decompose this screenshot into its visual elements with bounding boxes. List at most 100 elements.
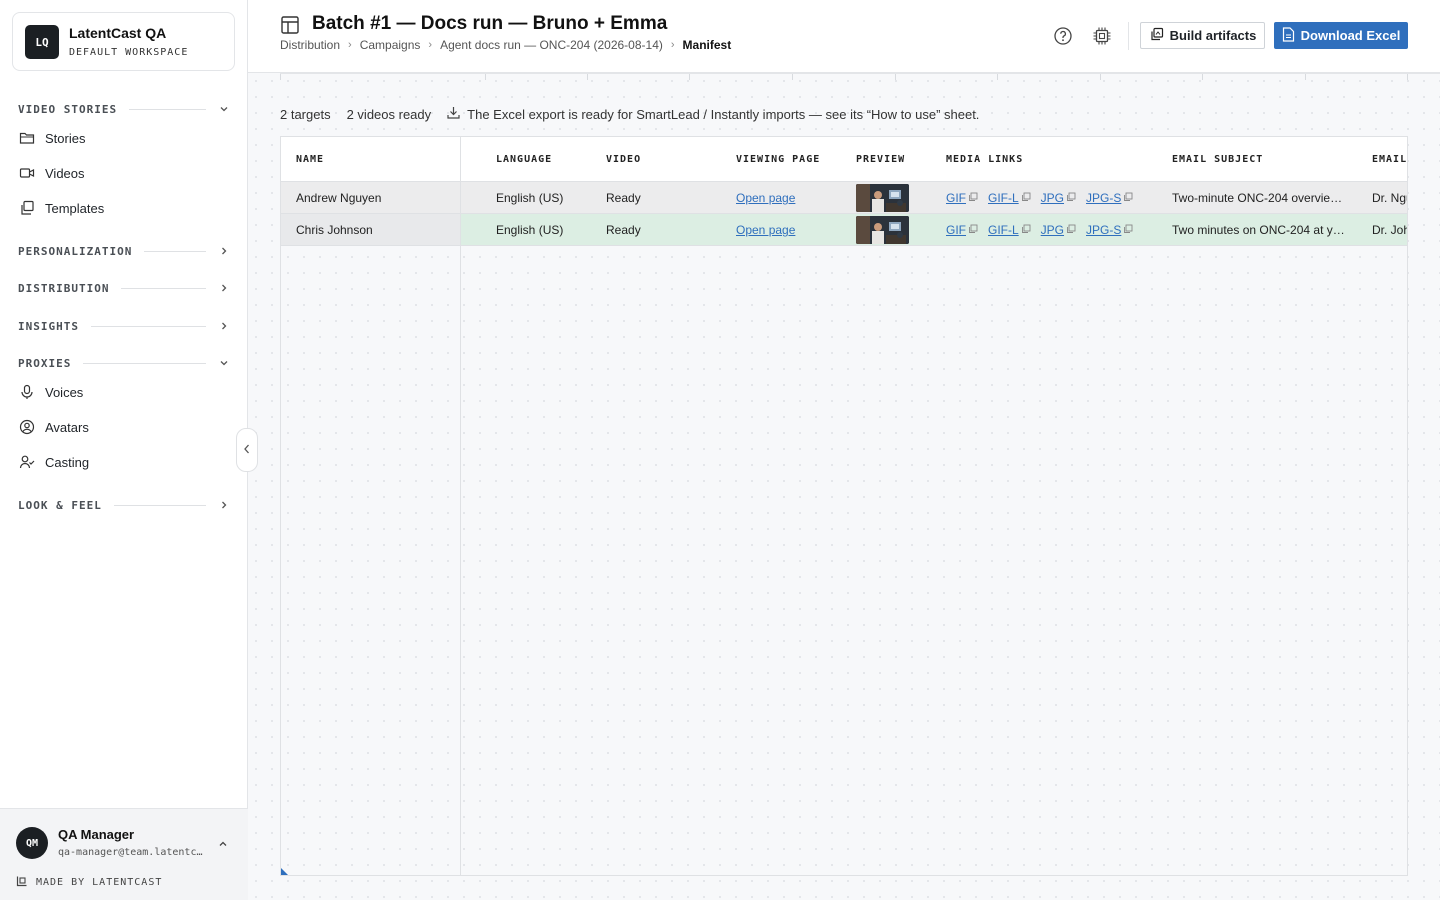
cell-video-status: Ready [606, 191, 641, 205]
breadcrumb-campaign[interactable]: Agent docs run — ONC-204 (2026-08-14) [440, 38, 663, 52]
workspace-subtitle: DEFAULT WORKSPACE [69, 47, 189, 58]
column-header-viewing-page[interactable]: VIEWING PAGE [736, 154, 820, 165]
chevron-down-icon [218, 357, 230, 369]
section-video-stories[interactable]: VIDEO STORIES [18, 100, 230, 118]
build-artifacts-label: Build artifacts [1169, 28, 1257, 43]
workspace-name: LatentCast QA [69, 25, 167, 41]
sidebar-item-videos[interactable]: Videos [18, 160, 230, 186]
sidebar: LQ LatentCast QA DEFAULT WORKSPACE VIDEO… [0, 0, 248, 900]
user-menu[interactable]: QM QA Manager qa-manager@team.latentcast… [0, 808, 248, 900]
chip-icon[interactable] [1091, 25, 1113, 47]
cell-name: Andrew Nguyen [296, 191, 382, 205]
sidebar-item-label: Templates [45, 200, 105, 216]
chevron-down-icon [218, 103, 230, 115]
video-preview-thumbnail[interactable] [856, 216, 909, 244]
targets-count: 2 targets [280, 106, 331, 122]
section-insights[interactable]: INSIGHTS [18, 317, 230, 335]
section-distribution[interactable]: DISTRIBUTION [18, 279, 230, 297]
breadcrumb-distribution[interactable]: Distribution [280, 38, 340, 52]
sidebar-item-label: Videos [45, 165, 85, 181]
workspace-logo: LQ [25, 25, 59, 59]
cell-email: Dr. Nguyen [1372, 191, 1407, 205]
section-proxies[interactable]: PROXIES [18, 354, 230, 372]
section-label: VIDEO STORIES [18, 102, 118, 116]
section-divider [90, 325, 206, 327]
collapse-sidebar-button[interactable] [236, 428, 258, 472]
folder-icon [18, 129, 36, 147]
layers-icon [1149, 27, 1170, 45]
breadcrumb: Distribution › Campaigns › Agent docs ru… [280, 38, 731, 52]
resize-handle[interactable] [281, 868, 288, 875]
manifest-summary: 2 targets 2 videos ready The Excel expor… [280, 106, 979, 122]
copy-icon[interactable] [966, 223, 978, 237]
media-link-gif-l[interactable]: GIF-L [988, 191, 1031, 205]
cell-email-subject: Two minutes on ONC-204 at your site [1172, 223, 1348, 237]
section-divider [83, 362, 206, 364]
download-excel-button[interactable]: Download Excel [1274, 22, 1408, 49]
user-check-icon [18, 453, 36, 471]
chevron-left-icon [242, 443, 252, 458]
user-name: QA Manager [58, 827, 135, 842]
section-divider [144, 250, 206, 252]
copy-icon[interactable] [1064, 191, 1076, 205]
table-row[interactable]: Andrew Nguyen English (US) Ready Open pa… [281, 182, 1407, 214]
column-header-email[interactable]: EMAIL [1372, 154, 1407, 165]
media-link-jpg[interactable]: JPG [1041, 223, 1076, 237]
open-page-link[interactable]: Open page [736, 191, 795, 205]
build-artifacts-button[interactable]: Build artifacts [1140, 22, 1265, 49]
media-link-jpg[interactable]: JPG [1041, 191, 1076, 205]
section-label: INSIGHTS [18, 319, 79, 333]
chevron-right-icon: › [348, 39, 352, 51]
breadcrumb-campaigns[interactable]: Campaigns [360, 38, 421, 52]
sidebar-item-casting[interactable]: Casting [18, 449, 230, 475]
table-icon [280, 15, 300, 38]
cell-language: English (US) [496, 223, 564, 237]
sidebar-item-avatars[interactable]: Avatars [18, 414, 230, 440]
media-links: GIF GIF-L JPG JPG-S [946, 223, 1143, 237]
column-header-email-subject[interactable]: EMAIL SUBJECT [1172, 154, 1263, 165]
media-link-gif[interactable]: GIF [946, 223, 978, 237]
column-header-name[interactable]: NAME [296, 154, 324, 165]
copy-icon[interactable] [1019, 191, 1031, 205]
sidebar-item-stories[interactable]: Stories [18, 125, 230, 151]
section-label: LOOK & FEEL [18, 498, 102, 512]
chevron-right-icon: › [670, 39, 675, 51]
open-page-link[interactable]: Open page [736, 223, 795, 237]
chevron-right-icon [218, 245, 230, 257]
videos-ready-count: 2 videos ready [346, 106, 432, 122]
copy-icon[interactable] [1019, 223, 1031, 237]
copy-icon[interactable] [1121, 191, 1133, 205]
column-header-media-links[interactable]: MEDIA LINKS [946, 154, 1023, 165]
help-icon[interactable] [1052, 25, 1074, 47]
copy-icon[interactable] [966, 191, 978, 205]
avatar: QM [16, 827, 48, 859]
section-label: PROXIES [18, 356, 72, 370]
section-look-and-feel[interactable]: LOOK & FEEL [18, 496, 230, 514]
video-camera-icon [18, 164, 36, 182]
page-title: Batch #1 — Docs run — Bruno + Emma [312, 13, 668, 34]
media-link-jpg-s[interactable]: JPG-S [1086, 223, 1133, 237]
video-preview-thumbnail[interactable] [856, 184, 909, 212]
section-label: DISTRIBUTION [18, 281, 110, 295]
copy-icon[interactable] [1064, 223, 1076, 237]
made-by-label: MADE BY LATENTCAST [36, 877, 163, 888]
microphone-icon [18, 383, 36, 401]
copy-icon[interactable] [1121, 223, 1133, 237]
media-link-jpg-s[interactable]: JPG-S [1086, 191, 1133, 205]
section-personalization[interactable]: PERSONALIZATION [18, 242, 230, 260]
cell-email-subject: Two-minute ONC-204 overview for your tea… [1172, 191, 1348, 205]
media-link-gif[interactable]: GIF [946, 191, 978, 205]
made-by-link[interactable]: MADE BY LATENTCAST [16, 875, 162, 890]
cell-email: Dr. Johnson [1372, 223, 1407, 237]
media-link-gif-l[interactable]: GIF-L [988, 223, 1031, 237]
media-links: GIF GIF-L JPG JPG-S [946, 191, 1143, 205]
column-header-preview[interactable]: PREVIEW [856, 154, 905, 165]
table-row[interactable]: Chris Johnson English (US) Ready Open pa… [281, 214, 1407, 246]
chevron-up-icon[interactable] [218, 837, 228, 852]
workspace-switcher[interactable]: LQ LatentCast QA DEFAULT WORKSPACE [12, 12, 235, 71]
column-header-video[interactable]: VIDEO [606, 154, 641, 165]
sidebar-item-label: Casting [45, 454, 90, 470]
sidebar-item-voices[interactable]: Voices [18, 379, 230, 405]
sidebar-item-templates[interactable]: Templates [18, 195, 230, 221]
column-header-language[interactable]: LANGUAGE [496, 154, 552, 165]
